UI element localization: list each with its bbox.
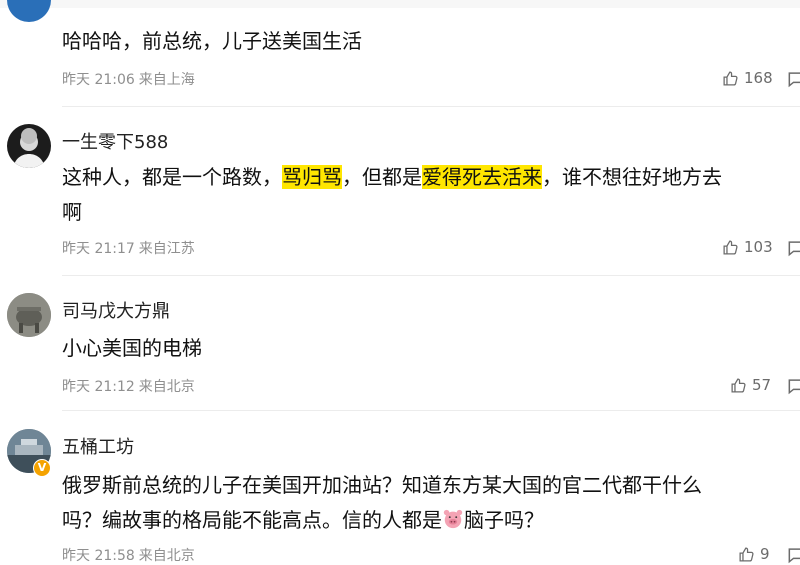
comment-text-segment: 这种人，都是一个路数， [62,165,282,189]
thumbs-up-icon [731,377,746,393]
thumbs-up-icon [723,70,738,86]
pig-emoji [443,509,463,529]
verified-badge: V [33,459,51,477]
comment-text-segment: 脑子吗？ [464,508,544,532]
comment-text: 这种人，都是一个路数，骂归骂，但都是爱得死去活来，谁不想往好地方去 啊 [62,160,800,230]
like-count: 57 [752,376,772,394]
avatar[interactable] [7,293,51,337]
comment-text-segment: 吗？编故事的格局能不能高点。信的人都是 [62,508,442,532]
like-button[interactable]: 9 [738,545,770,563]
comment-bubble-icon[interactable] [786,238,800,258]
comment-item: 哈哈哈，前总统，儿子送美国生活 昨天 21:06 来自上海 168 [0,0,800,106]
comment-text-segment: ，但都是 [342,165,422,189]
comment-text: 哈哈哈，前总统，儿子送美国生活 [62,24,800,59]
avatar[interactable] [7,0,51,22]
username[interactable]: 司马戊大方鼎 [62,297,170,323]
comment-item: V 五桶工坊 俄罗斯前总统的儿子在美国开加油站？知道东方某大国的官二代都干什么 … [0,411,800,565]
comment-bubble-icon[interactable] [786,545,800,565]
comment-time: 昨天 21:06 [62,72,135,88]
username[interactable]: 五桶工坊 [62,433,134,459]
like-button[interactable]: 168 [722,69,773,87]
comment-meta: 昨天 21:12 来自北京 [62,376,195,396]
like-button[interactable]: 57 [730,376,771,394]
like-count: 103 [744,238,773,256]
comment-text-segment: ，谁不想往好地方去 [542,165,722,189]
comment-location: 来自上海 [138,72,195,88]
comment-meta: 昨天 21:58 来自北京 [62,545,195,565]
thumbs-up-icon [739,546,754,562]
like-count: 9 [760,545,770,563]
thumbs-up-icon [723,239,738,255]
comment-text-segment: 小心美国的电梯 [62,336,202,360]
comment-text-segment: 哈哈哈，前总统，儿子送美国生活 [62,29,362,53]
comment-time: 昨天 21:12 [62,379,135,395]
like-button[interactable]: 103 [722,238,773,256]
like-count: 168 [744,69,773,87]
comment-text: 小心美国的电梯 [62,331,800,366]
username[interactable]: 一生零下588 [62,128,168,154]
highlighted-text: 骂归骂 [282,165,342,189]
comment-text: 俄罗斯前总统的儿子在美国开加油站？知道东方某大国的官二代都干什么 吗？编故事的格… [62,468,800,538]
comment-item: 司马戊大方鼎 小心美国的电梯 昨天 21:12 来自北京 57 [0,276,800,410]
comment-bubble-icon[interactable] [786,376,800,396]
comment-item: 一生零下588 这种人，都是一个路数，骂归骂，但都是爱得死去活来，谁不想往好地方… [0,107,800,275]
comment-bubble-icon[interactable] [786,69,800,89]
comment-meta: 昨天 21:17 来自江苏 [62,238,195,258]
comment-meta: 昨天 21:06 来自上海 [62,69,195,89]
comment-text-segment: 俄罗斯前总统的儿子在美国开加油站？知道东方某大国的官二代都干什么 [62,473,702,497]
highlighted-text: 爱得死去活来 [422,165,542,189]
comment-time: 昨天 21:17 [62,241,135,257]
avatar[interactable] [7,124,51,168]
comment-text-segment: 啊 [62,200,82,224]
comment-location: 来自江苏 [138,241,195,257]
comment-location: 来自北京 [138,379,195,395]
